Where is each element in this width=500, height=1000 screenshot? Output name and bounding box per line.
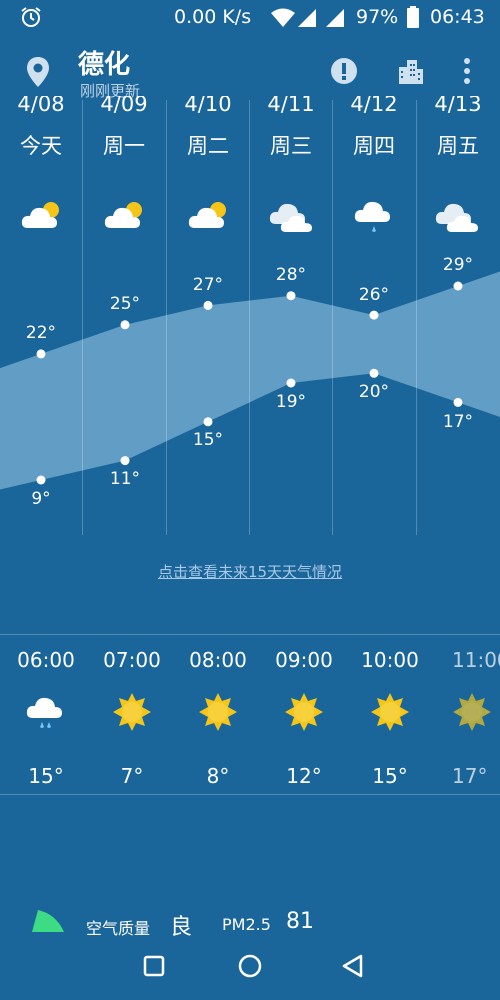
high-temp-label: 29° xyxy=(442,255,474,275)
low-temp-label: 20° xyxy=(358,382,390,402)
high-temp-label: 28° xyxy=(275,265,307,285)
day-weekday: 周四 xyxy=(353,134,395,158)
low-temp-point xyxy=(203,417,213,427)
light-rain-icon xyxy=(26,697,62,728)
hour-column: 11:00 17° xyxy=(433,648,500,788)
day-weekday: 周五 xyxy=(437,134,479,158)
sun-icon xyxy=(285,693,323,731)
sun-icon xyxy=(113,693,151,731)
low-temp-label: 9° xyxy=(31,489,51,509)
high-temp-point xyxy=(286,291,296,301)
low-temp-label: 15° xyxy=(192,430,224,450)
day-date: 4/11 xyxy=(267,96,315,116)
day-column[interactable]: 4/09 周一 xyxy=(83,96,165,160)
high-temp-point xyxy=(36,349,46,359)
low-temp-label: 11° xyxy=(109,469,141,489)
divider xyxy=(0,634,500,635)
recent-apps-icon[interactable] xyxy=(143,955,165,977)
divider xyxy=(0,794,500,795)
low-temp-label: 19° xyxy=(275,392,307,412)
day-separator xyxy=(249,100,250,535)
day-separator xyxy=(416,100,417,535)
hour-temp: 15° xyxy=(28,764,64,788)
day-column[interactable]: 4/10 周二 xyxy=(167,96,249,160)
back-icon[interactable] xyxy=(341,954,365,978)
day-weekday: 周一 xyxy=(103,134,145,158)
high-temp-point xyxy=(203,300,213,310)
cloudy-icon xyxy=(435,203,478,232)
day-date: 4/09 xyxy=(100,96,148,116)
pm25-value: 81 xyxy=(286,909,314,934)
hour-column: 09:00 12° xyxy=(261,648,347,788)
hour-time: 07:00 xyxy=(103,648,161,672)
partly-cloudy-icon xyxy=(21,202,59,228)
hour-column: 07:00 7° xyxy=(89,648,175,788)
hour-time: 06:00 xyxy=(17,648,75,672)
pm25-label: PM2.5 xyxy=(222,915,271,934)
home-icon[interactable] xyxy=(238,954,262,978)
day-weekday: 今天 xyxy=(20,134,62,158)
sun-icon xyxy=(199,693,237,731)
low-temp-point xyxy=(36,475,46,485)
day-column[interactable]: 4/08 今天 xyxy=(0,96,82,160)
day-date: 4/12 xyxy=(350,96,398,116)
aqi-gauge-icon xyxy=(32,910,64,932)
hour-column: 06:00 15° xyxy=(3,648,89,788)
hour-temp: 15° xyxy=(372,764,408,788)
partly-cloudy-icon xyxy=(104,202,142,228)
hour-time: 08:00 xyxy=(189,648,247,672)
high-temp-label: 27° xyxy=(192,275,224,295)
day-date: 4/08 xyxy=(17,96,65,116)
aqi-level: 良 xyxy=(170,915,193,940)
day-column[interactable]: 4/13 周五 xyxy=(417,96,499,160)
sun-icon xyxy=(453,693,491,731)
low-temp-label: 17° xyxy=(442,412,474,432)
hour-column: 10:00 15° xyxy=(347,648,433,788)
day-date: 4/10 xyxy=(184,96,232,116)
day-separator xyxy=(332,100,333,535)
hour-time: 10:00 xyxy=(361,648,419,672)
hour-temp: 12° xyxy=(286,764,322,788)
forecast-15day-link[interactable]: 点击查看未来15天天气情况 xyxy=(0,561,500,582)
day-column[interactable]: 4/11 周三 xyxy=(250,96,332,160)
hour-time: 11:00 xyxy=(452,648,500,672)
day-date: 4/13 xyxy=(434,96,482,116)
low-temp-point xyxy=(120,456,130,466)
sun-icon xyxy=(371,693,409,731)
hour-column: 08:00 8° xyxy=(175,648,261,788)
temperature-band xyxy=(0,271,500,490)
low-temp-point xyxy=(453,397,463,407)
hour-time: 09:00 xyxy=(275,648,333,672)
day-column[interactable]: 4/12 周四 xyxy=(333,96,415,160)
light-rain-icon xyxy=(354,201,390,232)
aqi-label: 空气质量 xyxy=(86,919,151,938)
navigation-bar xyxy=(0,945,500,1000)
low-temp-point xyxy=(286,378,296,388)
partly-cloudy-icon xyxy=(188,202,226,228)
high-temp-label: 22° xyxy=(25,323,57,343)
high-temp-label: 25° xyxy=(109,294,141,314)
high-temp-point xyxy=(120,320,130,330)
high-temp-point xyxy=(369,310,379,320)
high-temp-point xyxy=(453,281,463,291)
day-weekday: 周二 xyxy=(187,134,229,158)
cloudy-icon xyxy=(269,203,312,232)
day-separator xyxy=(166,100,167,535)
low-temp-point xyxy=(369,368,379,378)
hour-temp: 17° xyxy=(452,764,488,788)
hour-temp: 7° xyxy=(120,764,144,788)
high-temp-label: 26° xyxy=(358,285,390,305)
hour-temp: 8° xyxy=(206,764,230,788)
day-weekday: 周三 xyxy=(270,134,312,158)
day-separator xyxy=(82,100,83,535)
